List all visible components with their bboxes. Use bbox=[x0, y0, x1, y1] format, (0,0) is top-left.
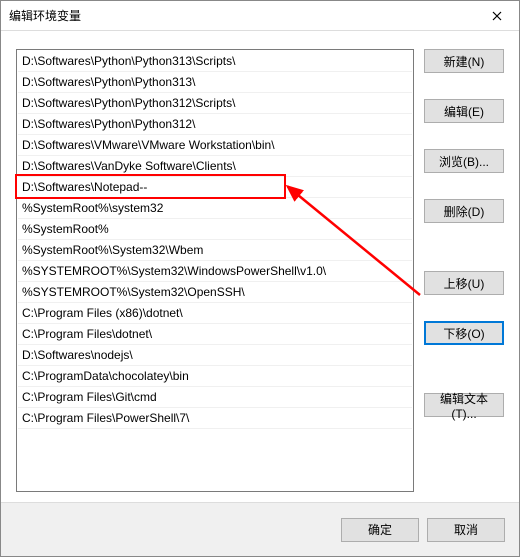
list-item[interactable]: C:\Program Files\dotnet\ bbox=[18, 324, 412, 345]
browse-button[interactable]: 浏览(B)... bbox=[424, 149, 504, 173]
cancel-button[interactable]: 取消 bbox=[427, 518, 505, 542]
list-item[interactable]: D:\Softwares\Python\Python312\Scripts\ bbox=[18, 93, 412, 114]
list-item[interactable]: %SystemRoot% bbox=[18, 219, 412, 240]
move-down-button[interactable]: 下移(O) bbox=[424, 321, 504, 345]
titlebar: 编辑环境变量 bbox=[1, 1, 519, 31]
list-item[interactable]: %SystemRoot%\System32\Wbem bbox=[18, 240, 412, 261]
edit-button[interactable]: 编辑(E) bbox=[424, 99, 504, 123]
list-item[interactable]: C:\Program Files\Git\cmd bbox=[18, 387, 412, 408]
list-item[interactable]: C:\Program Files\PowerShell\7\ bbox=[18, 408, 412, 429]
new-button[interactable]: 新建(N) bbox=[424, 49, 504, 73]
list-item[interactable]: %SYSTEMROOT%\System32\OpenSSH\ bbox=[18, 282, 412, 303]
list-item[interactable]: D:\Softwares\Python\Python313\Scripts\ bbox=[18, 51, 412, 72]
close-button[interactable] bbox=[474, 1, 519, 31]
env-var-edit-dialog: 编辑环境变量 D:\Softwares\Python\Python313\Scr… bbox=[0, 0, 520, 557]
list-item[interactable]: D:\Softwares\Notepad-- bbox=[18, 177, 412, 198]
ok-button[interactable]: 确定 bbox=[341, 518, 419, 542]
delete-button[interactable]: 删除(D) bbox=[424, 199, 504, 223]
path-listbox[interactable]: D:\Softwares\Python\Python313\Scripts\D:… bbox=[16, 49, 414, 492]
list-item[interactable]: %SYSTEMROOT%\System32\WindowsPowerShell\… bbox=[18, 261, 412, 282]
list-item[interactable]: D:\Softwares\VanDyke Software\Clients\ bbox=[18, 156, 412, 177]
dialog-body: D:\Softwares\Python\Python313\Scripts\D:… bbox=[1, 31, 519, 502]
list-item[interactable]: C:\ProgramData\chocolatey\bin bbox=[18, 366, 412, 387]
list-item[interactable]: D:\Softwares\VMware\VMware Workstation\b… bbox=[18, 135, 412, 156]
list-item[interactable]: %SystemRoot%\system32 bbox=[18, 198, 412, 219]
close-icon bbox=[492, 11, 502, 21]
move-up-button[interactable]: 上移(U) bbox=[424, 271, 504, 295]
list-item[interactable]: D:\Softwares\nodejs\ bbox=[18, 345, 412, 366]
list-item[interactable]: C:\Program Files (x86)\dotnet\ bbox=[18, 303, 412, 324]
window-title: 编辑环境变量 bbox=[9, 7, 81, 24]
edit-text-button[interactable]: 编辑文本(T)... bbox=[424, 393, 504, 417]
list-item[interactable]: D:\Softwares\Python\Python312\ bbox=[18, 114, 412, 135]
dialog-footer: 确定 取消 bbox=[1, 502, 519, 556]
button-column: 新建(N) 编辑(E) 浏览(B)... 删除(D) 上移(U) 下移(O) 编… bbox=[424, 49, 504, 492]
list-item[interactable]: D:\Softwares\Python\Python313\ bbox=[18, 72, 412, 93]
